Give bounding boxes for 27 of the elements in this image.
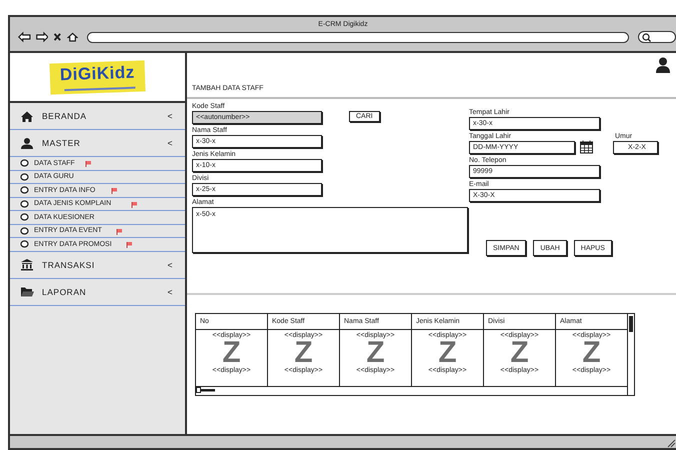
home-icon[interactable]	[67, 31, 78, 43]
back-icon[interactable]	[18, 31, 31, 43]
calendar-icon[interactable]	[580, 140, 593, 154]
placeholder-mark: Z	[582, 339, 601, 367]
logo: DiGiKidz	[50, 60, 146, 94]
horizontal-scrollbar[interactable]	[195, 387, 628, 396]
bank-icon	[20, 258, 34, 271]
placeholder-mark: Z	[222, 339, 241, 367]
placeholder-mark: Z	[294, 339, 313, 367]
sidebar-item[interactable]: LAPORAN <	[10, 278, 185, 306]
sidebar-item[interactable]: BERANDA <	[10, 103, 185, 130]
home-icon	[20, 110, 34, 122]
placeholder-mark: Z	[366, 339, 385, 367]
search-field[interactable]	[638, 31, 676, 43]
search-icon	[642, 32, 652, 42]
user-icon[interactable]	[656, 57, 670, 73]
placeholder-mark: Z	[510, 339, 529, 367]
close-icon[interactable]	[53, 31, 62, 43]
person-icon	[20, 136, 34, 150]
resize-grip-icon	[666, 438, 676, 448]
vertical-scrollbar[interactable]	[628, 313, 635, 396]
address-field[interactable]	[87, 32, 630, 43]
sidebar-item[interactable]: MASTER <	[10, 130, 185, 157]
forward-icon[interactable]	[36, 31, 48, 43]
sidebar-item[interactable]: TRANSAKSI <	[10, 252, 185, 278]
folder-icon	[20, 285, 34, 298]
placeholder-mark: Z	[438, 339, 457, 367]
